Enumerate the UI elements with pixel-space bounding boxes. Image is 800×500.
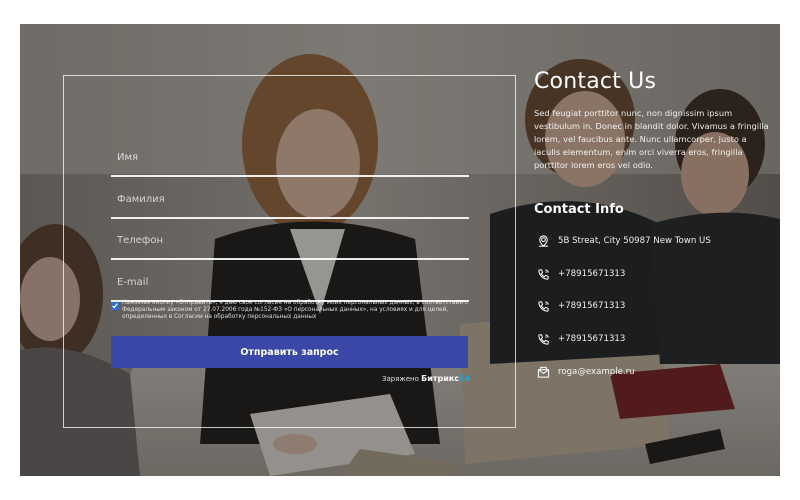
phone-row-2: +78915671313 bbox=[534, 299, 774, 315]
powered-brand: Битрикс bbox=[421, 374, 459, 383]
first-name-field bbox=[111, 137, 469, 177]
email-text[interactable]: roga@example.ru bbox=[558, 367, 635, 377]
contact-description: Sed feugiat porttitor nunc, non dignissi… bbox=[534, 108, 769, 170]
submit-button[interactable]: Отправить запрос bbox=[111, 336, 468, 368]
phone-text-1[interactable]: +78915671313 bbox=[558, 269, 625, 279]
powered-prefix: Заряжено bbox=[382, 375, 419, 383]
phone-input[interactable] bbox=[111, 230, 469, 250]
phone-text-3[interactable]: +78915671313 bbox=[558, 334, 625, 344]
consent-text[interactable]: Нажимая кнопку «Отправить», я даю свое с… bbox=[122, 300, 470, 320]
email-field bbox=[111, 262, 469, 302]
phone-icon bbox=[538, 269, 549, 280]
contact-title: Contact Us bbox=[534, 69, 657, 94]
first-name-input[interactable] bbox=[111, 147, 469, 167]
address-text: 5B Streat, City 50987 New Town US bbox=[558, 236, 711, 246]
phone-row-3: +78915671313 bbox=[534, 332, 774, 348]
powered-brand-accent: 24 bbox=[458, 374, 471, 383]
phone-icon bbox=[538, 334, 549, 345]
address-row: 5B Streat, City 50987 New Town US bbox=[534, 234, 774, 250]
email-input[interactable] bbox=[111, 272, 469, 292]
phone-icon bbox=[538, 301, 549, 312]
location-pin-icon bbox=[538, 235, 549, 247]
mail-icon bbox=[537, 366, 550, 378]
consent-block: Нажимая кнопку «Отправить», я даю свое с… bbox=[111, 300, 471, 326]
last-name-field bbox=[111, 179, 469, 219]
request-form: Нажимая кнопку «Отправить», я даю свое с… bbox=[63, 75, 516, 428]
phone-field bbox=[111, 220, 469, 260]
contact-panel: Contact Us Sed feugiat porttitor nunc, n… bbox=[534, 69, 774, 378]
powered-by[interactable]: Заряжено Битрикс24 bbox=[382, 374, 470, 383]
email-row: roga@example.ru bbox=[534, 365, 774, 381]
last-name-input[interactable] bbox=[111, 189, 469, 209]
phone-text-2[interactable]: +78915671313 bbox=[558, 301, 625, 311]
phone-row-1: +78915671313 bbox=[534, 267, 774, 283]
consent-checkbox[interactable] bbox=[111, 302, 119, 310]
contact-info-title: Contact Info bbox=[534, 202, 624, 217]
contact-section: Нажимая кнопку «Отправить», я даю свое с… bbox=[20, 24, 780, 476]
